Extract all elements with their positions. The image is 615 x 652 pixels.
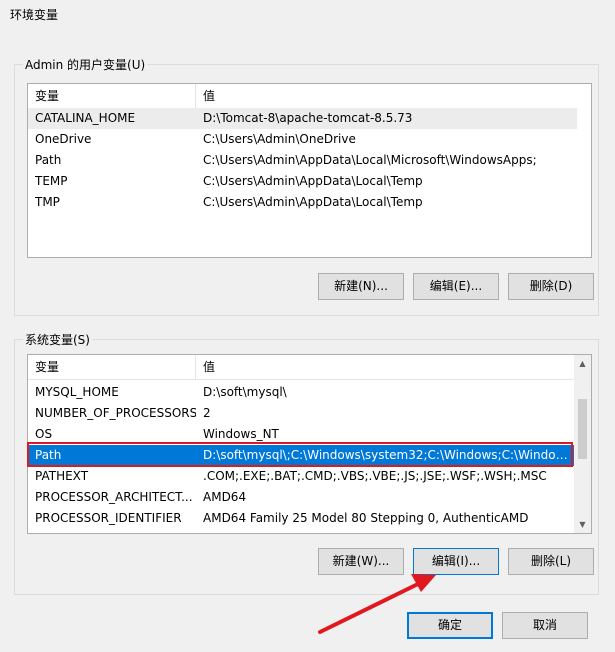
user-variables-label: Admin 的用户变量(U) <box>25 58 146 72</box>
chevron-down-icon[interactable]: ▼ <box>574 516 591 533</box>
table-row[interactable]: TEMP C:\Users\Admin\AppData\Local\Temp <box>28 171 577 192</box>
user-edit-button[interactable]: 编辑(E)... <box>413 273 499 300</box>
variable-name: CATALINA_HOME <box>35 111 136 125</box>
table-row[interactable]: OneDrive C:\Users\Admin\OneDrive <box>28 129 577 150</box>
variable-value: AMD64 Family 25 Model 80 Stepping 0, Aut… <box>203 511 529 525</box>
variable-name: PROCESSOR_ARCHITECT... <box>35 490 193 504</box>
variable-name: PATHEXT <box>35 469 89 483</box>
system-delete-button[interactable]: 删除(L) <box>508 548 594 575</box>
variable-name: NUMBER_OF_PROCESSORS <box>35 406 196 420</box>
variable-value: Windows_NT <box>203 427 279 441</box>
table-row[interactable]: CATALINA_HOME D:\Tomcat-8\apache-tomcat-… <box>28 108 577 129</box>
variable-value: AMD64 <box>203 490 247 504</box>
user-new-button[interactable]: 新建(N)... <box>318 273 404 300</box>
variable-value: D:\Tomcat-8\apache-tomcat-8.5.73 <box>203 111 413 125</box>
table-row-selected[interactable]: Path D:\soft\mysql\;C:\Windows\system32;… <box>28 445 574 466</box>
table-row[interactable]: MYSQL_HOME D:\soft\mysql\ <box>28 382 574 403</box>
column-header-variable[interactable]: 变量 <box>28 84 196 108</box>
system-list-scrollbar[interactable]: ▲ ▼ <box>574 355 591 533</box>
table-row[interactable]: PATHEXT .COM;.EXE;.BAT;.CMD;.VBS;.VBE;.J… <box>28 466 574 487</box>
variable-name: TMP <box>35 195 60 209</box>
variable-name: MYSQL_HOME <box>35 385 119 399</box>
variable-value: C:\Users\Admin\OneDrive <box>203 132 356 146</box>
list-header: 变量 值 <box>28 84 577 109</box>
cancel-button[interactable]: 取消 <box>502 612 588 639</box>
variable-name: OneDrive <box>35 132 92 146</box>
table-row[interactable]: OS Windows_NT <box>28 424 574 445</box>
table-row[interactable]: Path C:\Users\Admin\AppData\Local\Micros… <box>28 150 577 171</box>
variable-value: C:\Users\Admin\AppData\Local\Temp <box>203 195 423 209</box>
variable-value: D:\soft\mysql\;C:\Windows\system32;C:\Wi… <box>203 448 568 462</box>
table-row[interactable]: TMP C:\Users\Admin\AppData\Local\Temp <box>28 192 577 213</box>
variable-name: Path <box>35 448 62 462</box>
table-row[interactable]: PROCESSOR_IDENTIFIER AMD64 Family 25 Mod… <box>28 508 574 529</box>
ok-button[interactable]: 确定 <box>407 612 493 639</box>
variable-name: Path <box>35 153 62 167</box>
variable-value: .COM;.EXE;.BAT;.CMD;.VBS;.VBE;.JS;.JSE;.… <box>203 469 547 483</box>
variable-value: D:\soft\mysql\ <box>203 385 287 399</box>
system-edit-button[interactable]: 编辑(I)... <box>413 548 499 575</box>
variable-name: OS <box>35 427 53 441</box>
system-variables-label: 系统变量(S) <box>25 333 90 347</box>
variable-name: PROCESSOR_IDENTIFIER <box>35 511 182 525</box>
column-header-variable[interactable]: 变量 <box>28 355 196 379</box>
variable-value: C:\Users\Admin\AppData\Local\Microsoft\W… <box>203 153 537 167</box>
list-header: 变量 值 <box>28 355 574 380</box>
user-variables-list[interactable]: 变量 值 CATALINA_HOME D:\Tomcat-8\apache-to… <box>27 83 592 258</box>
system-variables-list[interactable]: 变量 值 MYSQL_HOME D:\soft\mysql\ NUMBER_OF… <box>27 354 592 534</box>
table-row[interactable]: NUMBER_OF_PROCESSORS 2 <box>28 403 574 424</box>
user-delete-button[interactable]: 删除(D) <box>508 273 594 300</box>
scrollbar-thumb[interactable] <box>578 399 587 459</box>
chevron-up-icon[interactable]: ▲ <box>574 355 591 372</box>
variable-name: TEMP <box>35 174 68 188</box>
variable-value: 2 <box>203 406 211 420</box>
column-header-value[interactable]: 值 <box>196 355 215 379</box>
variable-value: C:\Users\Admin\AppData\Local\Temp <box>203 174 423 188</box>
system-new-button[interactable]: 新建(W)... <box>318 548 404 575</box>
column-header-value[interactable]: 值 <box>196 84 215 108</box>
window-title: 环境变量 <box>10 8 59 22</box>
table-row[interactable]: PROCESSOR_ARCHITECT... AMD64 <box>28 487 574 508</box>
